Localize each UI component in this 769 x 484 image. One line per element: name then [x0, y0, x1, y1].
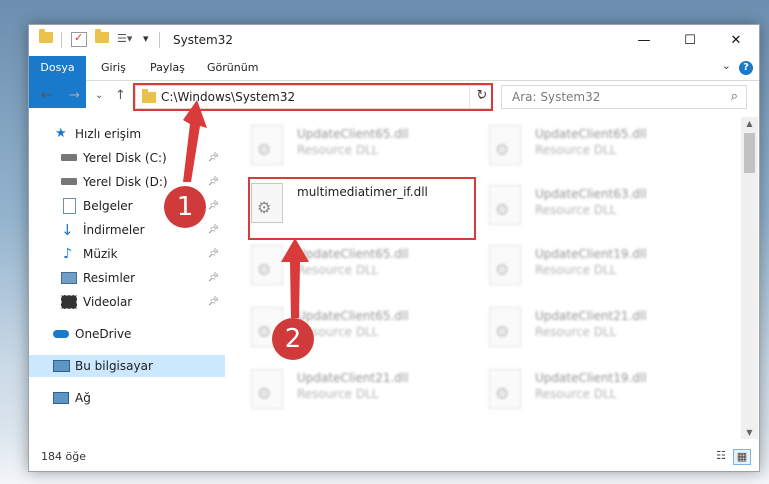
file-item[interactable]: ⚙ UpdateClient65.dll Resource DLL — [227, 303, 447, 355]
file-item[interactable]: ⚙ UpdateClient63.dll Resource DLL — [465, 181, 685, 233]
computer-icon — [53, 360, 70, 372]
file-item[interactable]: ⚙ UpdateClient21.dll Resource DLL — [227, 365, 447, 417]
dll-file-icon: ⚙ — [489, 369, 521, 409]
sidebar-item-videos[interactable]: Videolar 📌︎ — [29, 291, 225, 313]
minimize-button[interactable]: — — [621, 25, 667, 56]
scroll-down-icon[interactable]: ▼ — [741, 428, 758, 437]
file-item[interactable]: ⚙ UpdateClient65.dll Resource DLL — [465, 121, 685, 173]
address-highlight-box — [133, 83, 493, 111]
file-item[interactable]: ⚙ UpdateClient65.dll Resource DLL — [227, 241, 447, 293]
pin-icon: 📌︎ — [207, 225, 219, 235]
chevron-down-icon[interactable]: ▾ — [143, 32, 149, 48]
ribbon-collapse-icon[interactable]: ⌄ — [722, 59, 731, 72]
network-icon — [53, 392, 69, 404]
file-item[interactable]: ⚙ UpdateClient65.dll Resource DLL — [227, 121, 447, 173]
navigation-pane: ★ Hızlı erişim Yerel Disk (C:) 📌︎ Yerel … — [29, 117, 225, 449]
file-highlight-box — [248, 177, 476, 240]
properties-icon[interactable]: ✓ — [71, 31, 87, 47]
sidebar-item-this-pc[interactable]: Bu bilgisayar — [29, 355, 225, 377]
step-marker-1: 1 — [164, 186, 206, 228]
close-button[interactable]: ✕ — [713, 25, 759, 56]
pin-icon: 📌︎ — [207, 177, 219, 187]
large-icons-view-icon[interactable]: ▦ — [733, 449, 751, 465]
title-bar: ✓ ☰▾ ▾ System32 — ☐ ✕ — [29, 25, 759, 56]
search-placeholder: Ara: System32 — [512, 90, 601, 104]
dll-file-icon: ⚙ — [489, 185, 521, 225]
new-folder-icon[interactable] — [95, 29, 109, 48]
window-title: System32 — [173, 33, 234, 47]
back-button[interactable]: ← — [41, 88, 52, 103]
tab-share[interactable]: Paylaş — [150, 56, 185, 80]
dll-file-icon: ⚙ — [251, 125, 283, 165]
file-item[interactable]: ⚙ UpdateClient21.dll Resource DLL — [465, 303, 685, 355]
forward-button[interactable]: → — [69, 88, 80, 103]
music-icon: ♪ — [63, 246, 72, 262]
ribbon-tabs: Dosya Giriş Paylaş Görünüm ⌄ ? — [29, 56, 759, 108]
item-count: 184 öğe — [41, 450, 86, 463]
sidebar-item-music[interactable]: ♪ Müzik 📌︎ — [29, 243, 225, 265]
recent-locations-button[interactable]: ⌄ — [95, 90, 103, 101]
details-view-icon[interactable]: ☷ — [713, 449, 729, 463]
sidebar-item-local-disk-c[interactable]: Yerel Disk (C:) 📌︎ — [29, 147, 225, 169]
pin-icon: 📌︎ — [207, 153, 219, 163]
file-list: ⚙ UpdateClient65.dll Resource DLL ⚙ mult… — [227, 117, 739, 437]
explorer-window: ✓ ☰▾ ▾ System32 — ☐ ✕ Dosya Giriş Paylaş… — [28, 24, 760, 472]
pin-icon: 📌︎ — [207, 273, 219, 283]
step-marker-2: 2 — [272, 318, 314, 360]
help-button[interactable]: ? — [739, 61, 753, 75]
scroll-up-icon[interactable]: ▲ — [741, 119, 758, 128]
sidebar-item-quick-access[interactable]: ★ Hızlı erişim — [29, 123, 225, 145]
customize-toolbar-icon[interactable]: ☰▾ — [117, 32, 132, 48]
document-icon — [63, 198, 76, 214]
tab-view[interactable]: Görünüm — [207, 56, 258, 80]
star-icon: ★ — [55, 126, 67, 141]
pin-icon: 📌︎ — [207, 201, 219, 211]
download-icon: ↓ — [61, 221, 74, 239]
divider — [159, 32, 160, 48]
scrollbar-thumb[interactable] — [744, 133, 755, 173]
up-button[interactable]: ↑ — [115, 88, 126, 103]
dll-file-icon: ⚙ — [489, 307, 521, 347]
dll-file-icon: ⚙ — [251, 369, 283, 409]
sidebar-item-network[interactable]: Ağ — [29, 387, 225, 409]
dll-file-icon: ⚙ — [489, 125, 521, 165]
file-item[interactable]: ⚙ UpdateClient19.dll Resource DLL — [465, 241, 685, 293]
file-item[interactable]: ⚙ UpdateClient19.dll Resource DLL — [465, 365, 685, 417]
dll-file-icon: ⚙ — [489, 245, 521, 285]
sidebar-item-onedrive[interactable]: OneDrive — [29, 323, 225, 345]
search-input[interactable]: Ara: System32 ⌕ — [501, 85, 747, 109]
search-icon[interactable]: ⌕ — [731, 89, 738, 104]
pictures-icon — [61, 272, 77, 284]
cloud-icon — [53, 330, 69, 338]
dll-file-icon: ⚙ — [251, 245, 283, 285]
pin-icon: 📌︎ — [207, 297, 219, 307]
drive-icon — [61, 154, 77, 161]
maximize-button[interactable]: ☐ — [667, 25, 713, 56]
folder-icon — [39, 29, 53, 48]
sidebar-item-pictures[interactable]: Resimler 📌︎ — [29, 267, 225, 289]
drive-icon — [61, 178, 77, 185]
video-icon — [61, 295, 77, 309]
divider — [61, 32, 62, 48]
tab-home[interactable]: Giriş — [101, 56, 126, 80]
navigation-bar: ← → ⌄ ↑ C:\Windows\System32 ⌄ ↻ Ara: Sys… — [29, 81, 759, 113]
status-bar: 184 öğe ☷ ▦ — [29, 445, 759, 469]
vertical-scrollbar[interactable]: ▲ ▼ — [741, 117, 758, 439]
pin-icon: 📌︎ — [207, 249, 219, 259]
